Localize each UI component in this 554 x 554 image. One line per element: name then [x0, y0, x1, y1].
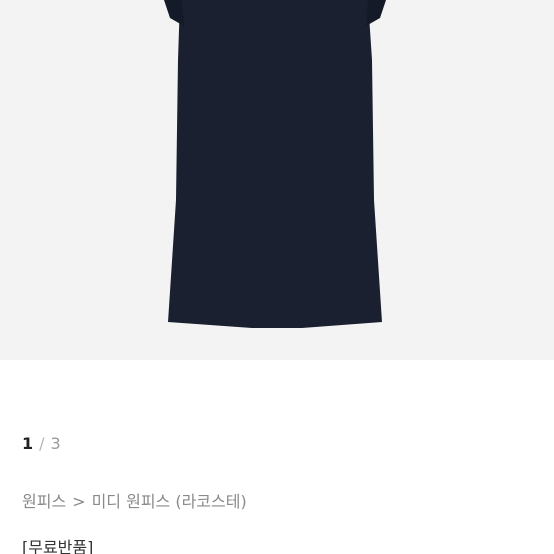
free-return-tag: [무료반품] [22, 538, 94, 554]
dress-image [0, 0, 554, 360]
pager-separator: / [39, 434, 45, 453]
pager-total: 3 [50, 434, 61, 453]
image-pager: 1 / 3 [22, 432, 61, 456]
product-detail-page: 1 / 3 원피스 > 미디 원피스 (라코스테) [무료반품] [0, 0, 554, 554]
dress-body [168, 0, 382, 328]
breadcrumb: 원피스 > 미디 원피스 (라코스테) [22, 490, 247, 514]
breadcrumb-subcategory[interactable]: 미디 원피스 (라코스테) [92, 492, 247, 511]
breadcrumb-category[interactable]: 원피스 [22, 492, 66, 511]
product-image[interactable] [0, 0, 554, 360]
breadcrumb-separator: > [72, 492, 86, 511]
pager-current: 1 [22, 434, 34, 453]
